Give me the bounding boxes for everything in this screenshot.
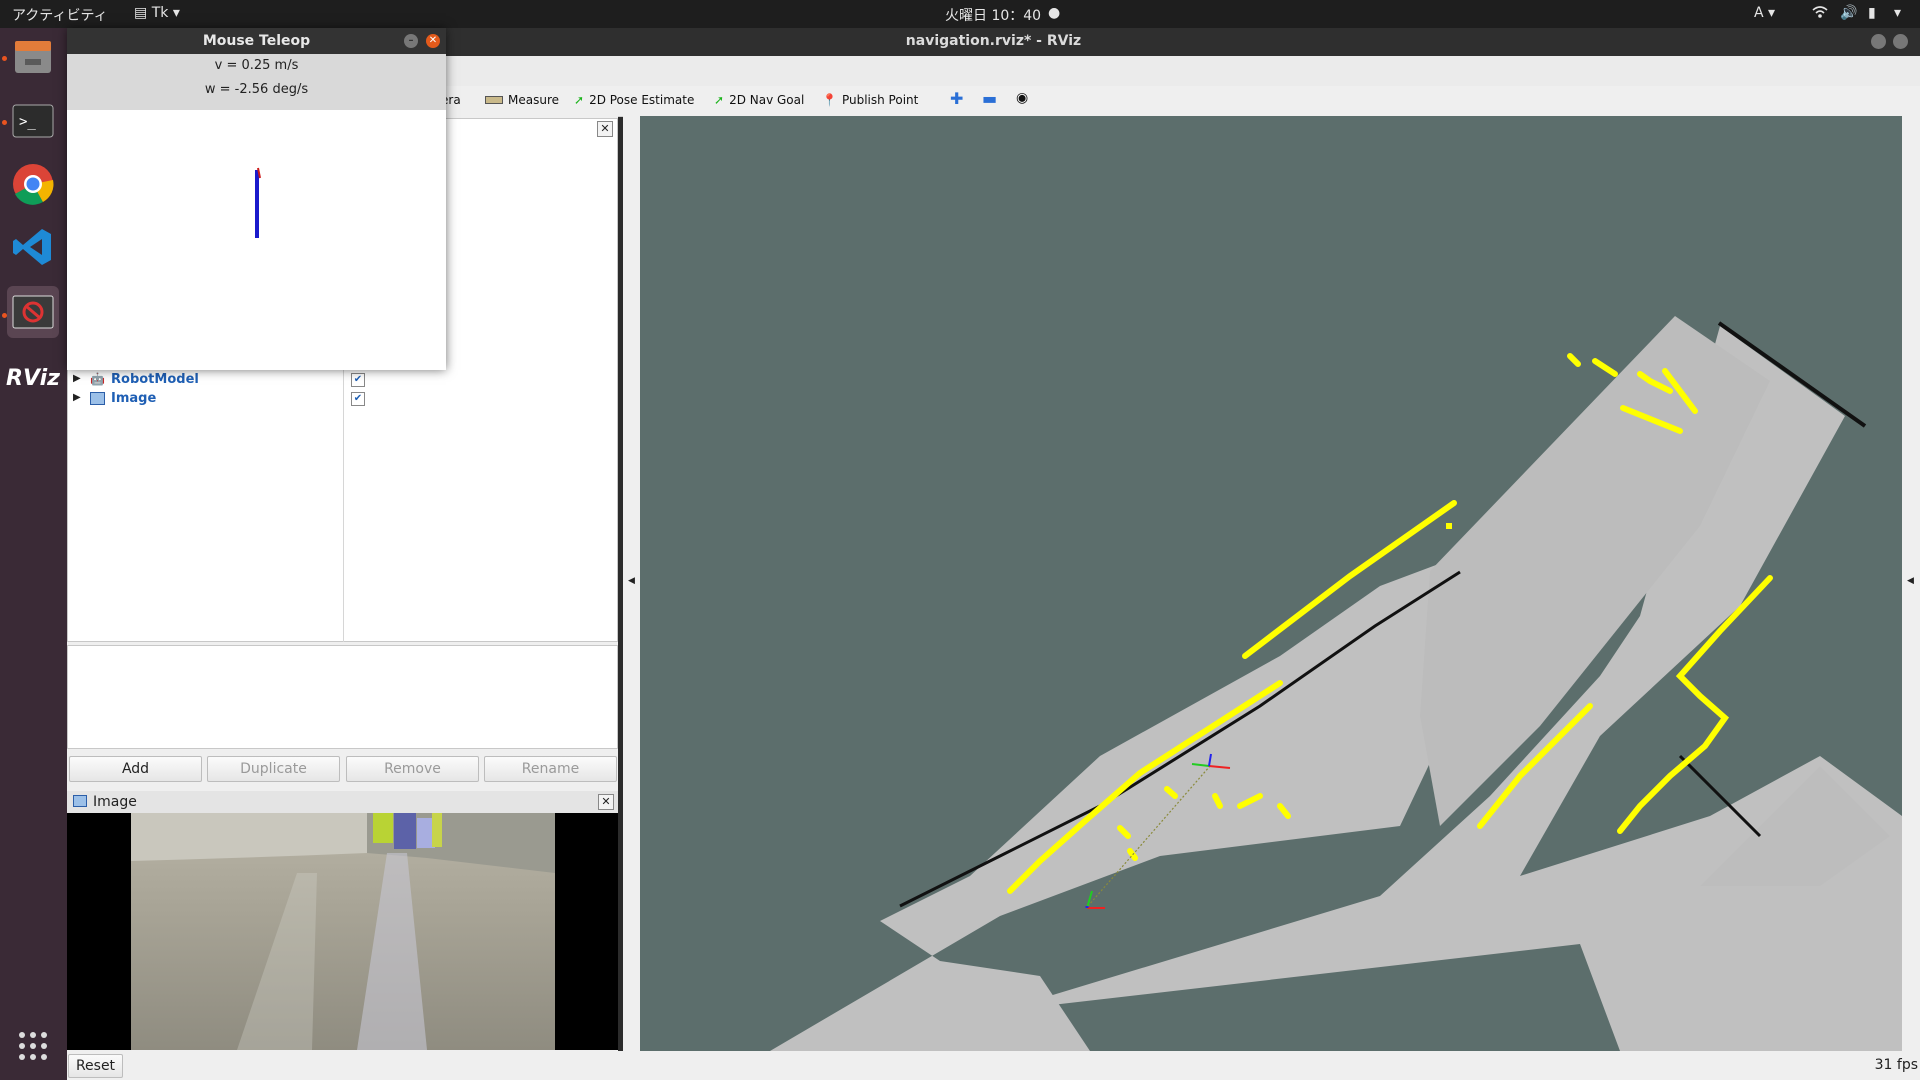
camera-type-eye-icon[interactable]: ◉ <box>1016 90 1028 106</box>
volume-icon[interactable]: 🔊 <box>1840 5 1857 21</box>
display-checkbox[interactable]: ✔ <box>351 392 365 406</box>
fps-readout: 31 fps <box>1874 1057 1918 1073</box>
tool-2d-pose-estimate[interactable]: ➚ 2D Pose Estimate <box>574 93 694 107</box>
teleop-title: Mouse Teleop <box>202 33 311 49</box>
show-apps-icon[interactable] <box>7 1020 59 1072</box>
tool-pose-label: 2D Pose Estimate <box>589 93 695 107</box>
chevron-down-icon: ▾ <box>172 5 180 21</box>
add-tool-plus-icon[interactable]: ✚ <box>950 89 963 108</box>
expand-arrow-icon[interactable]: ▶ <box>73 392 81 403</box>
collapse-left-icon[interactable]: ◀ <box>628 576 635 586</box>
property-description-area <box>67 645 618 749</box>
activities-button[interactable]: アクティビティ <box>12 5 108 25</box>
remove-button[interactable]: Remove <box>346 756 479 782</box>
robot-tf-frame <box>1085 890 1105 909</box>
input-method-label: A <box>1754 5 1764 21</box>
mouse-teleop-window[interactable]: Mouse Teleop – ✕ v = 0.25 m/s w = -2.56 … <box>67 28 446 370</box>
display-item-robotmodel[interactable]: ▶ 🤖 RobotModel ✔ <box>73 370 473 390</box>
tool-2d-nav-goal[interactable]: ➚ 2D Nav Goal <box>714 93 804 107</box>
maximize-button[interactable] <box>1893 34 1908 49</box>
display-item-label: Image <box>111 391 157 406</box>
camera-image-view <box>67 813 618 1050</box>
input-method-indicator[interactable]: A ▾ <box>1754 5 1775 21</box>
render-3d-view[interactable] <box>640 116 1902 1051</box>
blocked-app-icon[interactable] <box>7 286 59 338</box>
image-panel-title: Image <box>93 794 137 810</box>
angular-velocity-label: w = -2.56 deg/s <box>204 82 309 97</box>
green-arrow-icon: ➚ <box>574 93 585 107</box>
tool-publish-point-label: Publish Point <box>841 93 919 107</box>
expand-arrow-icon[interactable]: ▶ <box>73 373 81 384</box>
terminal-icon[interactable]: >_ <box>7 95 59 147</box>
camera-frame <box>131 813 555 1050</box>
tool-nav-goal-label: 2D Nav Goal <box>729 93 805 107</box>
tool-publish-point[interactable]: 📍 Publish Point <box>822 93 918 107</box>
rviz-icon[interactable]: RViz <box>6 352 60 404</box>
files-icon[interactable] <box>7 31 59 83</box>
display-checkbox[interactable]: ✔ <box>351 373 365 387</box>
notification-dot-icon: ● <box>1048 5 1061 21</box>
display-item-image[interactable]: ▶ Image ✔ <box>73 389 473 409</box>
map-pin-icon: 📍 <box>822 93 837 107</box>
tool-measure[interactable]: Measure <box>485 93 559 107</box>
linear-velocity-label: v = 0.25 m/s <box>214 58 299 73</box>
close-icon[interactable]: ✕ <box>597 121 613 137</box>
top-bar: アクティビティ ▤ Tk ▾ 火曜日 10：40 ● A ▾ 🔊 ▮ ▾ <box>0 0 1920 28</box>
app-menu[interactable]: ▤ Tk ▾ <box>134 5 180 21</box>
right-splitter[interactable]: ◀ <box>1902 116 1920 1051</box>
robot-model-icon: 🤖 <box>90 372 105 386</box>
add-button[interactable]: Add <box>69 756 202 782</box>
rename-button[interactable]: Rename <box>484 756 617 782</box>
clock[interactable]: 火曜日 10：40 <box>945 5 1041 25</box>
image-display-icon <box>90 392 105 405</box>
teleop-velocity-readout: v = 0.25 m/s w = -2.56 deg/s <box>67 54 446 110</box>
chrome-icon[interactable] <box>7 158 59 210</box>
close-icon[interactable]: ✕ <box>598 794 614 810</box>
display-item-label: RobotModel <box>111 372 199 387</box>
close-icon[interactable]: ✕ <box>426 34 440 48</box>
teleop-title-bar[interactable]: Mouse Teleop – ✕ <box>67 28 446 54</box>
app-menu-label: Tk <box>151 5 169 21</box>
battery-icon[interactable]: ▮ <box>1868 5 1876 21</box>
reset-button[interactable]: Reset <box>68 1054 123 1078</box>
minimize-button[interactable] <box>1871 34 1886 49</box>
left-splitter[interactable]: ◀ <box>623 116 640 1051</box>
duplicate-button[interactable]: Duplicate <box>207 756 340 782</box>
vscode-icon[interactable] <box>7 221 59 273</box>
ruler-icon <box>485 96 503 104</box>
wifi-icon[interactable] <box>1812 5 1828 23</box>
remove-tool-minus-icon[interactable]: ▬ <box>982 89 997 108</box>
svg-text:>_: >_ <box>19 114 36 130</box>
image-display-icon <box>73 795 87 807</box>
minimize-icon[interactable]: – <box>404 34 418 48</box>
occupancy-map <box>770 316 1902 1051</box>
collapse-right-icon[interactable]: ◀ <box>1907 576 1914 586</box>
status-bar: Reset 31 fps <box>67 1051 1920 1080</box>
dock: >_ RViz <box>0 28 67 1080</box>
teleop-canvas[interactable] <box>67 112 446 370</box>
system-menu-chevron-icon[interactable]: ▾ <box>1894 5 1901 21</box>
green-arrow-icon: ➚ <box>714 93 725 107</box>
image-panel-header[interactable]: Image ✕ <box>67 791 618 813</box>
window-icon: ▤ <box>134 5 148 21</box>
tool-measure-label: Measure <box>508 93 559 107</box>
